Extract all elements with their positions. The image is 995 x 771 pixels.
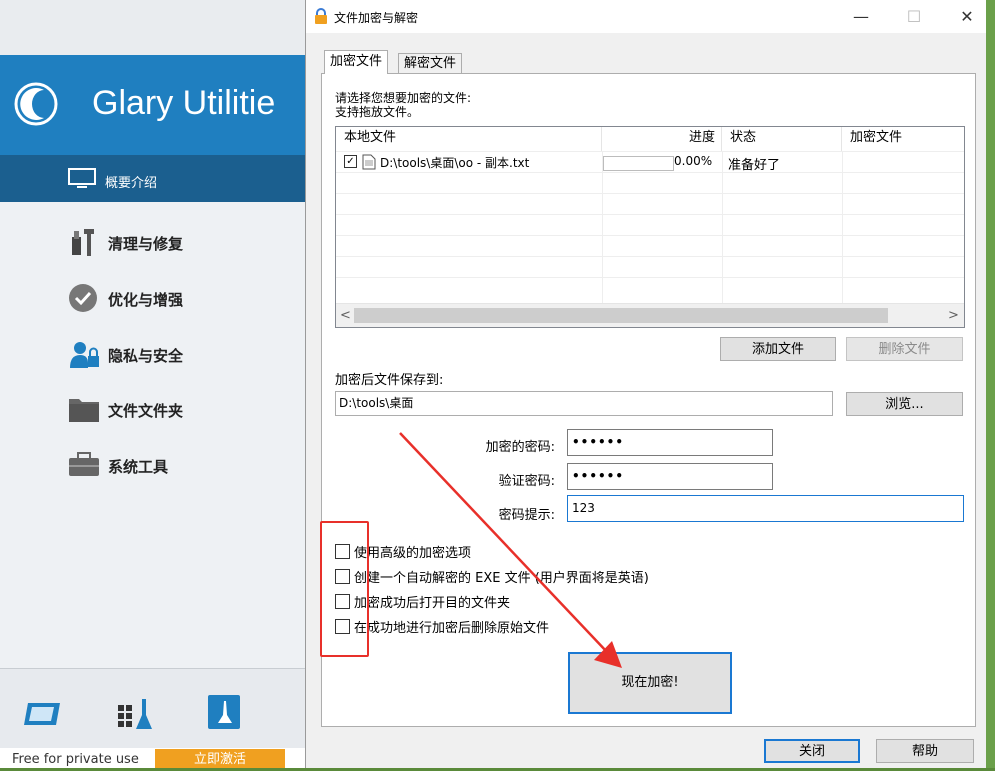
- background-app-window: Glary Utilitie 概要介绍 清理与修复 优化与增强 隐私与安全 文件…: [0, 0, 310, 768]
- grid-line: [336, 277, 964, 278]
- file-list[interactable]: 本地文件 进度 状态 加密文件 ✓ D:\tools\桌面\oo - 副本.tx…: [335, 126, 965, 328]
- nav-clean-repair[interactable]: 清理与修复: [68, 227, 308, 257]
- grid-line: [602, 151, 603, 303]
- app-title: Glary Utilitie: [92, 84, 276, 122]
- scroll-right-icon[interactable]: >: [948, 308, 959, 323]
- file-status: 准备好了: [728, 158, 781, 173]
- column-header-local-file[interactable]: 本地文件: [336, 127, 602, 151]
- tab-encrypt-file[interactable]: 加密文件: [324, 50, 389, 74]
- nav-label: 优化与增强: [108, 291, 184, 309]
- grid-line: [722, 151, 723, 303]
- verify-password-input[interactable]: ••••••: [567, 463, 773, 490]
- password-hint-input[interactable]: 123: [567, 495, 964, 522]
- desktop-background: [985, 0, 995, 768]
- background-top-strip: [0, 0, 310, 55]
- nav-optimize[interactable]: 优化与增强: [68, 283, 308, 313]
- folder-icon: [69, 399, 99, 422]
- glary-logo-icon: [14, 82, 58, 126]
- toolbox-icon: [69, 452, 99, 476]
- grid-line: [336, 214, 964, 215]
- activate-button[interactable]: 立即激活: [155, 749, 285, 768]
- nav-label: 系统工具: [108, 458, 169, 476]
- browse-button[interactable]: 浏览...: [846, 392, 963, 416]
- password-hint-label: 密码提示:: [498, 508, 555, 523]
- nav-label: 隐私与安全: [108, 347, 184, 365]
- save-to-label: 加密后文件保存到:: [335, 373, 444, 388]
- grid-line: [336, 172, 964, 173]
- close-window-button[interactable]: ✕: [944, 0, 990, 33]
- scroll-thumb[interactable]: [354, 308, 888, 323]
- save-path-input[interactable]: D:\tools\桌面: [335, 391, 833, 416]
- grid-line: [842, 151, 843, 303]
- encrypt-now-button[interactable]: 现在加密!: [568, 652, 732, 714]
- drag-drop-hint: 支持拖放文件。: [335, 105, 420, 119]
- file-encrypt-dialog: 文件加密与解密 — ☐ ✕ 加密文件 解密文件 请选择您想要加密的文件: 支持拖…: [305, 0, 986, 768]
- horizontal-scrollbar[interactable]: < >: [336, 303, 964, 327]
- remove-file-button[interactable]: 删除文件: [846, 337, 963, 361]
- scroll-left-icon[interactable]: <: [340, 308, 351, 323]
- row-checkbox[interactable]: ✓: [344, 155, 357, 168]
- add-file-button[interactable]: 添加文件: [720, 337, 836, 361]
- grid-line: [336, 235, 964, 236]
- minimize-button[interactable]: —: [838, 0, 884, 33]
- cleaner-icon[interactable]: [206, 693, 242, 731]
- license-text: Free for private use: [12, 752, 139, 767]
- option-label: 在成功地进行加密后删除原始文件: [354, 621, 550, 636]
- tools-icon: [72, 229, 94, 256]
- encrypt-tab-panel: 请选择您想要加密的文件: 支持拖放文件。 本地文件 进度 状态 加密文件 ✓ D…: [321, 73, 976, 727]
- help-button[interactable]: 帮助: [876, 739, 974, 763]
- column-header-progress[interactable]: 进度: [602, 127, 722, 151]
- grid-line: [336, 193, 964, 194]
- annotation-highlight-box: [320, 521, 369, 657]
- lock-icon: [315, 8, 327, 24]
- nav-system-tools[interactable]: 系统工具: [68, 450, 308, 480]
- verify-password-label: 验证密码:: [498, 474, 555, 489]
- option-label: 加密成功后打开目的文件夹: [354, 596, 511, 611]
- column-header-status[interactable]: 状态: [722, 127, 842, 151]
- checkmark-circle-icon: [69, 284, 97, 312]
- password-label: 加密的密码:: [485, 440, 555, 455]
- option-label: 创建一个自动解密的 EXE 文件 (用户界面将是英语): [354, 571, 649, 586]
- progress-bar: [603, 156, 674, 171]
- grid-line: [336, 256, 964, 257]
- nav-overview-label: 概要介绍: [105, 176, 158, 191]
- close-button[interactable]: 关闭: [764, 739, 860, 763]
- maximize-button[interactable]: ☐: [891, 0, 937, 33]
- file-path: D:\tools\桌面\oo - 副本.txt: [380, 156, 530, 170]
- screen-icon[interactable]: [22, 699, 62, 729]
- bottom-toolbar: [0, 668, 310, 749]
- grid-line: [336, 151, 964, 152]
- password-input[interactable]: ••••••: [567, 429, 773, 456]
- text-file-icon: [362, 154, 376, 170]
- nav-label: 清理与修复: [108, 235, 184, 253]
- dialog-title: 文件加密与解密: [334, 11, 419, 25]
- monitor-icon: [68, 168, 96, 188]
- grid-clean-icon[interactable]: [116, 697, 156, 731]
- option-label: 使用高级的加密选项: [354, 546, 472, 561]
- title-bar[interactable]: 文件加密与解密 — ☐ ✕: [306, 0, 986, 33]
- nav-privacy-security[interactable]: 隐私与安全: [68, 339, 308, 369]
- tab-decrypt-file[interactable]: 解密文件: [398, 53, 463, 73]
- user-lock-icon: [70, 342, 99, 368]
- nav-files-folders[interactable]: 文件文件夹: [68, 394, 308, 424]
- progress-percent: 0.00%: [674, 154, 713, 168]
- column-header-encrypted-file[interactable]: 加密文件: [842, 127, 964, 151]
- nav-label: 文件文件夹: [108, 402, 184, 420]
